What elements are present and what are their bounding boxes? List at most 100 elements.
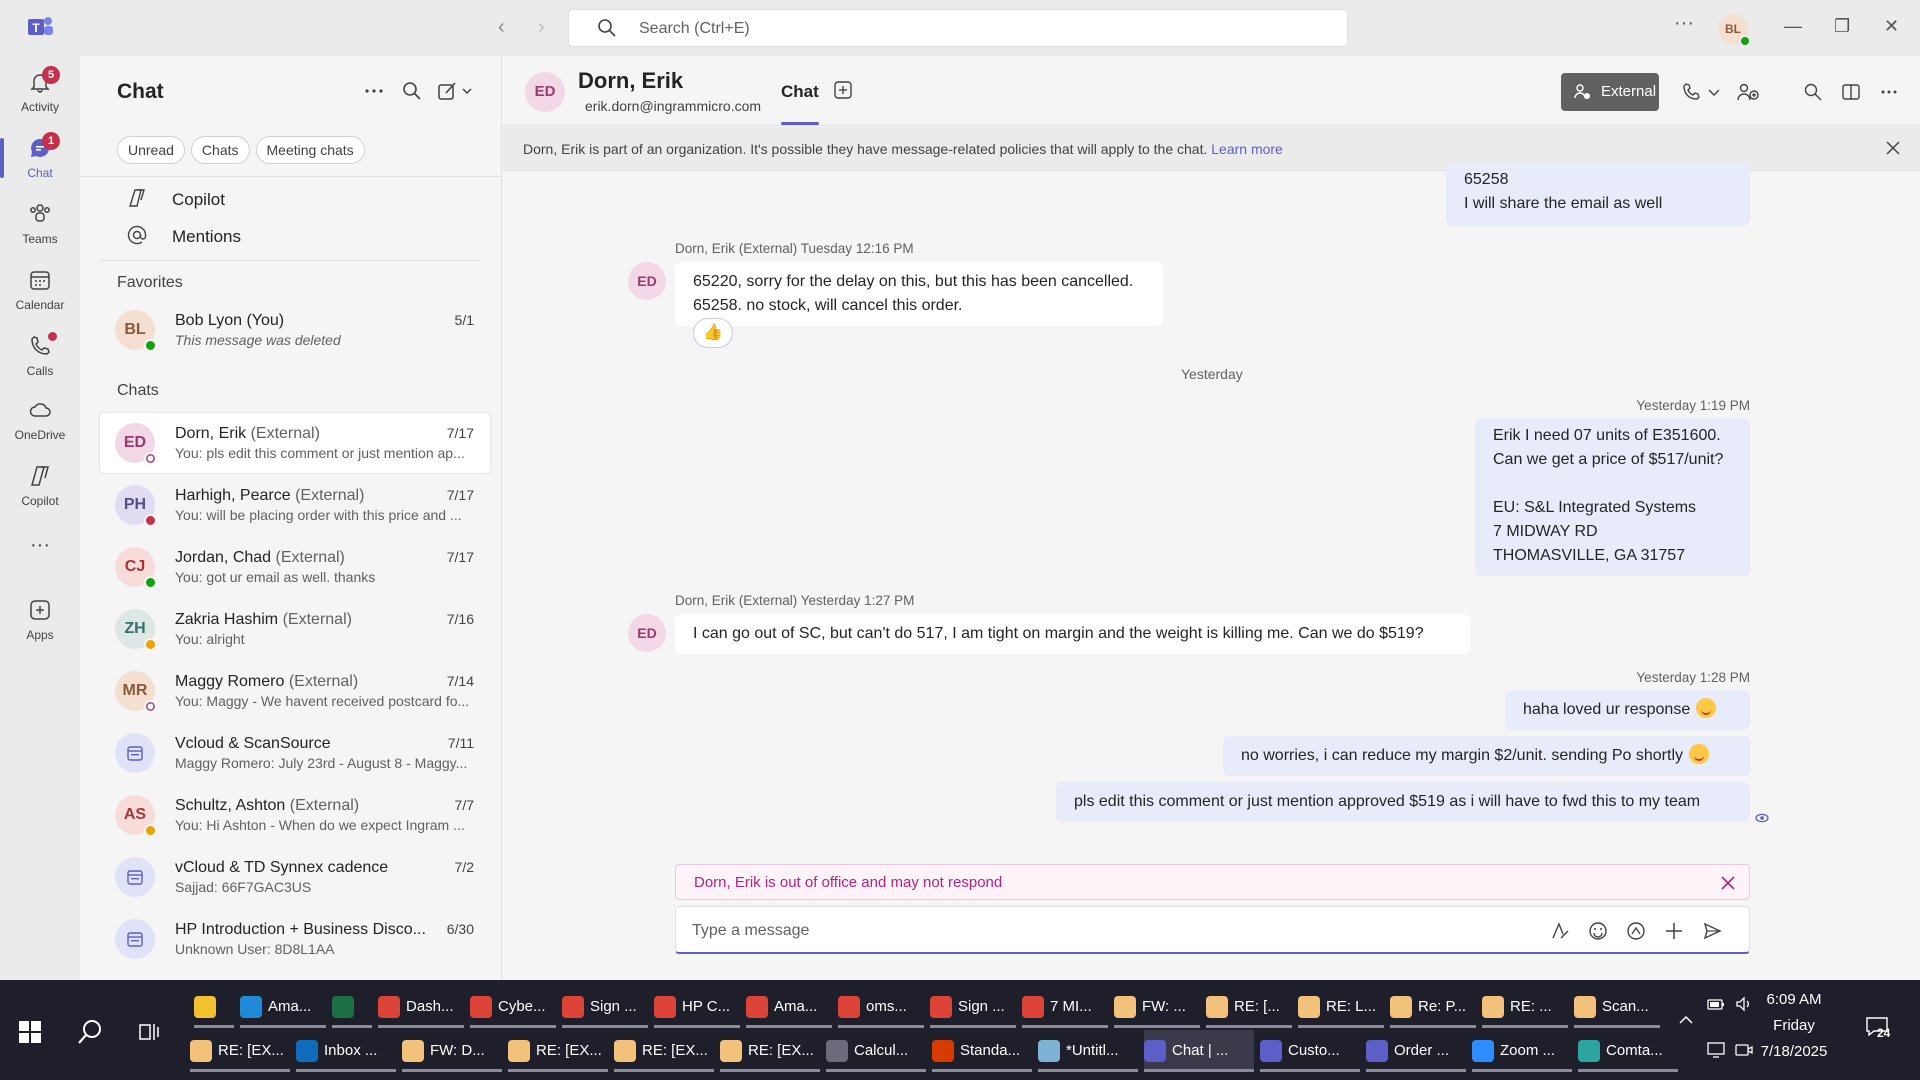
taskbar-app-button[interactable]: Calcul... — [826, 1030, 926, 1072]
taskbar-app-button[interactable]: RE: ... — [1482, 986, 1568, 1028]
taskbar-app-button[interactable]: RE: [EX... — [720, 1030, 820, 1072]
taskbar-app-button[interactable]: Scan... — [1574, 986, 1660, 1028]
loop-component-icon[interactable] — [1626, 921, 1646, 941]
taskbar-app-button[interactable]: Sign ... — [930, 986, 1016, 1028]
taskbar-app-button[interactable]: FW: ... — [1114, 986, 1200, 1028]
chat-list-item[interactable]: HP Introduction + Business Disco... 6/30 U… — [100, 909, 490, 969]
taskbar-app-button[interactable] — [194, 986, 234, 1028]
message-outgoing[interactable]: Erik I need 07 units of E351600. Can we g… — [1475, 418, 1750, 576]
search-box[interactable]: Search (Ctrl+E) — [568, 9, 1348, 47]
minimize-icon[interactable]: — — [1784, 16, 1802, 37]
taskbar-app-button[interactable]: RE: [EX... — [508, 1030, 608, 1072]
chat-list-item[interactable]: vCloud & TD Synnex cadence 7/2 Sajjad: 66F… — [100, 847, 490, 907]
rail-onedrive[interactable]: OneDrive — [0, 390, 80, 452]
more-options-icon[interactable] — [1879, 82, 1899, 102]
rail-activity[interactable]: 5 Activity — [0, 62, 80, 124]
like-reaction-icon[interactable]: 👍 — [693, 318, 733, 348]
taskbar-app-button[interactable]: *Untitl... — [1038, 1030, 1138, 1072]
rail-copilot[interactable]: Copilot — [0, 456, 80, 518]
pinned-mentions[interactable]: Mentions — [127, 221, 467, 251]
clock-date[interactable]: 7/18/2025 — [1744, 1043, 1844, 1060]
chat-list-item[interactable]: BL Bob Lyon (You) 5/1 This message was dele… — [100, 300, 490, 360]
restore-icon[interactable]: ❐ — [1834, 16, 1850, 37]
message-incoming[interactable]: I can go out of SC, but can't do 517, I … — [675, 614, 1470, 654]
taskbar-app-button[interactable]: RE: L... — [1298, 986, 1384, 1028]
chat-list-item[interactable]: MR Maggy Romero (External) 7/14 You: Maggy … — [100, 661, 490, 721]
battery-icon[interactable] — [1706, 994, 1726, 1014]
message-incoming[interactable]: 65220, sorry for the delay on this, but … — [675, 262, 1163, 326]
format-icon[interactable] — [1550, 921, 1570, 941]
taskbar-app-button[interactable]: Ama... — [746, 986, 832, 1028]
taskbar-app-button[interactable]: oms... — [838, 986, 924, 1028]
taskbar-app-button[interactable]: Chat | ... — [1144, 1030, 1254, 1072]
show-hidden-icons-chevron-icon[interactable] — [1677, 1010, 1695, 1030]
taskbar-app-button[interactable]: Dash... — [378, 986, 464, 1028]
taskbar-app-button[interactable]: RE: [EX... — [614, 1030, 714, 1072]
filter-meeting-chats[interactable]: Meeting chats — [255, 136, 365, 164]
close-icon[interactable] — [1884, 139, 1902, 157]
taskbar-app-button[interactable]: Zoom ... — [1472, 1030, 1572, 1072]
profile-avatar[interactable]: BL — [1718, 14, 1751, 47]
message-outgoing[interactable]: 65258 I will share the email as well — [1446, 164, 1750, 226]
more-options-icon[interactable] — [363, 80, 385, 102]
add-people-icon[interactable] — [1736, 82, 1760, 102]
attach-plus-icon[interactable] — [1664, 921, 1684, 941]
taskbar-app-button[interactable] — [332, 986, 372, 1028]
chat-list-item[interactable]: AS Schultz, Ashton (External) 7/7 You: Hi A… — [100, 785, 490, 845]
taskbar-search-icon[interactable] — [76, 1018, 104, 1046]
filter-unread[interactable]: Unread — [117, 136, 185, 164]
search-icon[interactable] — [401, 80, 423, 102]
taskbar-app-button[interactable]: Cybe... — [470, 986, 556, 1028]
taskbar-app-button[interactable]: RE: [EX... — [190, 1030, 290, 1072]
taskbar-app-button[interactable]: Re: P... — [1390, 986, 1476, 1028]
message-outgoing[interactable]: no worries, i can reduce my margin $2/un… — [1223, 736, 1750, 776]
emoji-icon[interactable] — [1588, 921, 1608, 941]
chevron-down-icon[interactable] — [1707, 82, 1721, 102]
taskbar-app-button[interactable]: HP C... — [654, 986, 740, 1028]
learn-more-link[interactable]: Learn more — [1211, 141, 1283, 157]
back-arrow-icon[interactable]: ‹ — [498, 16, 505, 39]
send-icon[interactable] — [1702, 921, 1722, 941]
rail-calendar[interactable]: Calendar — [0, 260, 80, 322]
taskbar-app-button[interactable]: 7 MI... — [1022, 986, 1108, 1028]
display-icon[interactable] — [1706, 1040, 1726, 1060]
tab-chat[interactable]: Chat — [781, 82, 819, 102]
taskbar-app-button[interactable]: Custo... — [1260, 1030, 1360, 1072]
chat-list-item[interactable]: CJ Jordan, Chad (External) 7/17 You: got ur… — [100, 537, 490, 597]
clock-time[interactable]: 6:09 AM — [1744, 991, 1844, 1008]
close-icon[interactable] — [1719, 874, 1737, 892]
rail-teams[interactable]: Teams — [0, 194, 80, 256]
chat-list-item[interactable]: ZH Zakria Hashim (External) 7/16 You: alrig… — [100, 599, 490, 659]
popout-icon[interactable] — [1841, 82, 1861, 102]
chat-list-item[interactable]: Vcloud & ScanSource 7/11 Maggy Romero: Jul… — [100, 723, 490, 783]
filter-chats[interactable]: Chats — [190, 136, 250, 164]
rail-more-apps[interactable]: ··· — [0, 530, 80, 570]
notification-center-icon[interactable]: 24 — [1865, 1016, 1895, 1042]
chat-list-item[interactable]: PH Harhigh, Pearce (External) 7/17 You: wil… — [100, 475, 490, 535]
taskbar-app-button[interactable]: RE: [... — [1206, 986, 1292, 1028]
rail-apps[interactable]: Apps — [0, 590, 80, 652]
taskbar-app-button[interactable]: Inbox ... — [296, 1030, 396, 1072]
more-options-icon[interactable]: ··· — [1674, 12, 1694, 35]
windows-start-icon[interactable] — [18, 1020, 42, 1044]
taskbar-app-button[interactable]: Order ... — [1366, 1030, 1466, 1072]
new-chat-icon[interactable] — [437, 80, 473, 102]
sender-avatar[interactable]: ED — [628, 262, 666, 300]
message-composer[interactable]: Type a message — [675, 906, 1750, 954]
rail-calls[interactable]: Calls — [0, 326, 80, 388]
external-button[interactable]: External — [1561, 73, 1659, 111]
taskbar-app-button[interactable]: Sign ... — [562, 986, 648, 1028]
rail-chat[interactable]: 1 Chat — [0, 128, 80, 190]
chat-list-item[interactable]: ED Dorn, Erik (External) 7/17 You: pls edit… — [100, 413, 490, 473]
taskbar-app-button[interactable]: FW: D... — [402, 1030, 502, 1072]
task-view-icon[interactable] — [137, 1020, 161, 1044]
clock-day[interactable]: Friday — [1744, 1017, 1844, 1034]
message-outgoing[interactable]: pls edit this comment or just mention ap… — [1056, 782, 1750, 822]
pinned-copilot[interactable]: Copilot — [127, 184, 467, 214]
add-tab-icon[interactable] — [833, 80, 853, 100]
taskbar-app-button[interactable]: Ama... — [240, 986, 326, 1028]
message-outgoing[interactable]: haha loved ur response — [1505, 690, 1750, 730]
forward-arrow-icon[interactable]: › — [538, 16, 545, 39]
close-window-icon[interactable]: ✕ — [1884, 16, 1899, 37]
search-in-chat-icon[interactable] — [1803, 82, 1823, 102]
